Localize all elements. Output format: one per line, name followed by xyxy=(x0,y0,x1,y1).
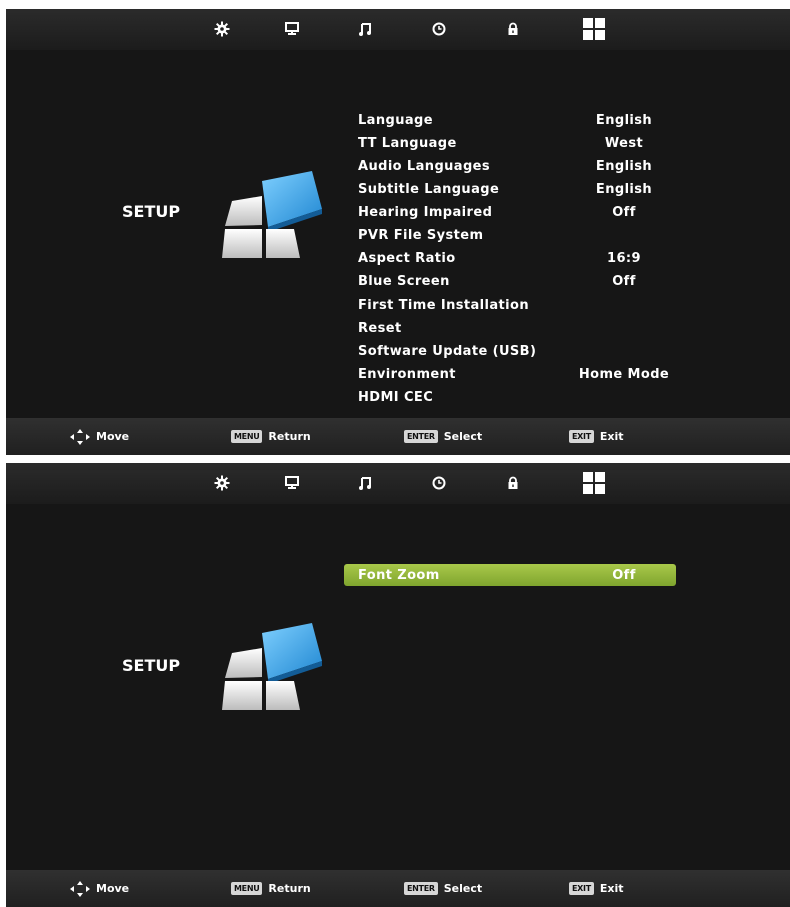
hint-exit-label: Exit xyxy=(599,430,624,443)
top-tab-bar xyxy=(6,463,790,504)
menu-item-audio-languages[interactable]: Audio Languages English xyxy=(344,155,684,177)
menu-item-first-time-installation[interactable]: First Time Installation xyxy=(344,294,684,316)
menu-item-label: Software Update (USB) xyxy=(358,343,537,359)
setup-grid-icon xyxy=(222,623,322,710)
menu-item-label: Reset xyxy=(358,320,402,336)
exit-key: EXIT xyxy=(569,430,594,443)
menu-key: MENU xyxy=(231,430,263,443)
menu-item-pvr-file-system[interactable]: PVR File System xyxy=(344,224,684,246)
menu-item-label: PVR File System xyxy=(358,227,484,243)
menu-item-value: West xyxy=(604,135,644,151)
music-note-icon[interactable] xyxy=(358,18,372,40)
menu-item-environment[interactable]: Environment Home Mode xyxy=(344,363,684,385)
navigation-arrows-icon xyxy=(70,428,90,445)
hint-move: Move xyxy=(70,870,129,907)
top-tab-bar xyxy=(6,9,790,50)
menu-item-label: Hearing Impaired xyxy=(358,204,493,220)
hint-select: ENTER Select xyxy=(404,418,482,455)
hint-move-label: Move xyxy=(96,430,130,443)
menu-item-label: Aspect Ratio xyxy=(358,250,456,266)
grid-icon[interactable] xyxy=(583,472,605,494)
page-title: SETUP xyxy=(122,656,181,675)
hint-move-label: Move xyxy=(96,882,130,895)
lock-icon[interactable] xyxy=(506,18,520,40)
menu-item-value: Off xyxy=(612,567,636,583)
menu-item-label: First Time Installation xyxy=(358,297,529,313)
hint-select-label: Select xyxy=(443,882,483,895)
menu-item-value: English xyxy=(595,158,653,174)
lock-icon[interactable] xyxy=(506,472,520,494)
hint-return: MENU Return xyxy=(231,870,311,907)
menu-item-reset[interactable]: Reset xyxy=(344,317,684,339)
menu-item-value: English xyxy=(595,181,653,197)
menu-item-language[interactable]: Language English xyxy=(344,109,684,131)
menu-item-subtitle-language[interactable]: Subtitle Language English xyxy=(344,178,684,200)
menu-item-label: Subtitle Language xyxy=(358,181,500,197)
exit-key: EXIT xyxy=(569,882,594,895)
setup-menu-screen-page-2: SETUP Font Zoom Off Move MENU Return ENT… xyxy=(6,463,790,907)
setup-menu-screen: SETUP Language English TT Language West … xyxy=(6,9,790,455)
hint-return: MENU Return xyxy=(231,418,311,455)
hint-bar: Move MENU Return ENTER Select EXIT Exit xyxy=(6,418,790,455)
menu-item-hdmi-cec[interactable]: HDMI CEC xyxy=(344,386,684,408)
hint-return-label: Return xyxy=(268,430,311,443)
menu-item-aspect-ratio[interactable]: Aspect Ratio 16:9 xyxy=(344,247,684,269)
menu-item-label: HDMI CEC xyxy=(358,389,434,405)
menu-item-blue-screen[interactable]: Blue Screen Off xyxy=(344,270,684,292)
menu-item-font-zoom[interactable]: Font Zoom Off xyxy=(344,564,676,586)
navigation-arrows-icon xyxy=(70,880,90,897)
menu-item-value: English xyxy=(595,112,653,128)
menu-item-value: Off xyxy=(612,273,636,289)
page-title: SETUP xyxy=(122,202,181,221)
menu-item-label: Font Zoom xyxy=(358,567,440,583)
clock-icon[interactable] xyxy=(432,472,446,494)
menu-item-label: Blue Screen xyxy=(358,273,450,289)
gear-icon[interactable] xyxy=(214,472,230,494)
hint-exit-label: Exit xyxy=(599,882,624,895)
hint-return-label: Return xyxy=(268,882,311,895)
menu-item-value: Off xyxy=(612,204,636,220)
menu-item-label: Language xyxy=(358,112,433,128)
gear-icon[interactable] xyxy=(214,18,230,40)
menu-item-software-update-usb[interactable]: Software Update (USB) xyxy=(344,340,684,362)
menu-item-value: Home Mode xyxy=(578,366,670,382)
hint-bar: Move MENU Return ENTER Select EXIT Exit xyxy=(6,870,790,907)
clock-icon[interactable] xyxy=(432,18,446,40)
monitor-icon[interactable] xyxy=(285,472,299,494)
menu-key: MENU xyxy=(231,882,263,895)
menu-item-value: 16:9 xyxy=(607,250,641,266)
hint-select-label: Select xyxy=(443,430,483,443)
enter-key: ENTER xyxy=(404,430,438,443)
hint-select: ENTER Select xyxy=(404,870,482,907)
menu-item-label: Environment xyxy=(358,366,456,382)
menu-item-tt-language[interactable]: TT Language West xyxy=(344,132,684,154)
monitor-icon[interactable] xyxy=(285,18,299,40)
menu-item-label: Audio Languages xyxy=(358,158,491,174)
menu-item-label: TT Language xyxy=(358,135,457,151)
music-note-icon[interactable] xyxy=(358,472,372,494)
hint-exit: EXIT Exit xyxy=(569,870,624,907)
hint-move: Move xyxy=(70,418,129,455)
grid-icon[interactable] xyxy=(583,18,605,40)
enter-key: ENTER xyxy=(404,882,438,895)
setup-grid-icon xyxy=(222,171,322,258)
hint-exit: EXIT Exit xyxy=(569,418,624,455)
menu-item-hearing-impaired[interactable]: Hearing Impaired Off xyxy=(344,201,684,223)
